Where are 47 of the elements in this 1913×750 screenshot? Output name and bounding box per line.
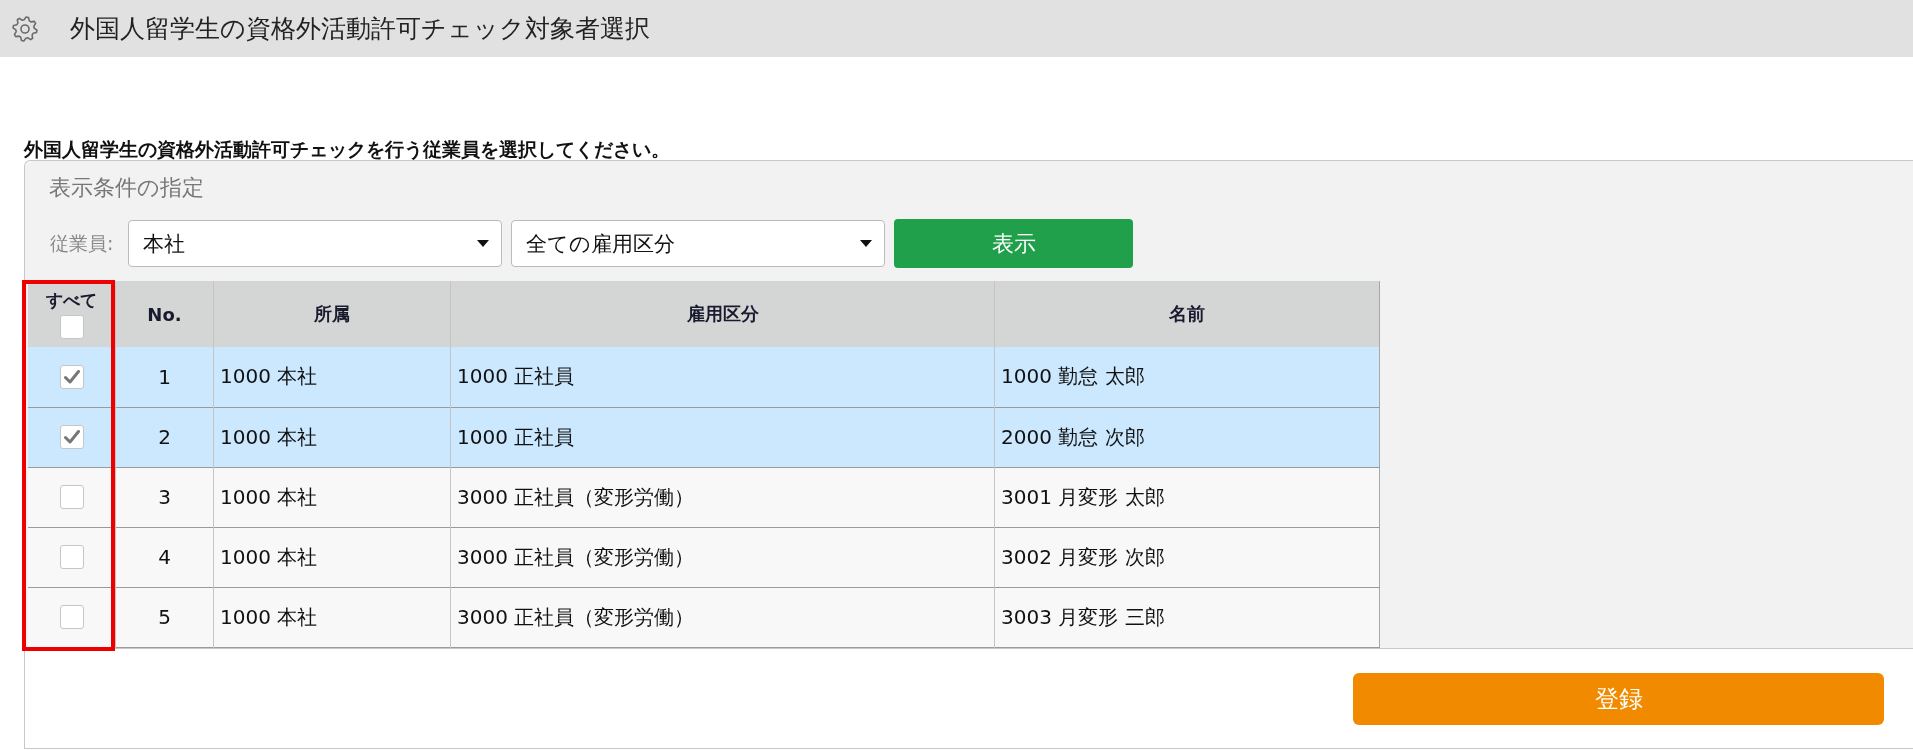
column-header: No. (115, 281, 214, 347)
check-icon (63, 369, 80, 384)
table-cell: 3000 正社員（変形労働） (450, 467, 995, 527)
table-cell: 2000 勤怠 次郎 (994, 407, 1380, 467)
instruction-text: 外国人留学生の資格外活動許可チェックを行う従業員を選択してください。 (24, 138, 670, 160)
select-all-checkbox[interactable] (59, 314, 84, 339)
table-cell: 1000 正社員 (450, 347, 995, 407)
table-cell: 1000 勤怠 太郎 (994, 347, 1380, 407)
filter-dropdown[interactable]: 本社 (128, 220, 502, 267)
table-cell: 3002 月変形 次郎 (994, 527, 1380, 587)
table-cell: 1000 本社 (213, 467, 451, 527)
table-cell: 3001 月変形 太郎 (994, 467, 1380, 527)
employee-label: 従業員: (50, 230, 115, 256)
row-checkbox[interactable] (59, 605, 84, 629)
settings-icon (12, 15, 38, 42)
table-cell: 4 (115, 527, 214, 587)
table-cell: 3000 正社員（変形労働） (450, 527, 995, 587)
select-all-label: すべて (46, 289, 97, 310)
table-cell: 1 (115, 347, 214, 407)
table-cell: 1000 本社 (213, 347, 451, 407)
page-title: 外国人留学生の資格外活動許可チェック対象者選択 (70, 13, 650, 45)
column-header: 所属 (213, 281, 451, 347)
table-row[interactable]: 4 1000 本社 3000 正社員（変形労働） 3002 月変形 次郎 (28, 527, 1380, 587)
table-cell: 3000 正社員（変形労働） (450, 587, 995, 647)
row-checkbox[interactable] (59, 485, 84, 509)
table-cell: 3 (115, 467, 214, 527)
row-checkbox[interactable] (59, 364, 84, 389)
table-cell: 1000 本社 (213, 587, 451, 647)
table-cell: 2 (115, 407, 214, 467)
table-cell: 1000 本社 (213, 527, 451, 587)
panel-title: 表示条件の指定 (49, 175, 204, 201)
table-cell: 5 (115, 587, 214, 647)
table-cell: 1000 正社員 (450, 407, 995, 467)
table-row[interactable]: 3 1000 本社 3000 正社員（変形労働） 3001 月変形 太郎 (28, 467, 1380, 527)
row-checkbox[interactable] (59, 425, 84, 449)
column-header: 名前 (994, 281, 1380, 347)
check-icon (63, 430, 80, 444)
caret-down-icon (860, 240, 872, 247)
caret-down-icon (477, 240, 489, 247)
row-checkbox[interactable] (59, 545, 84, 569)
table-cell: 1000 本社 (213, 407, 451, 467)
table-cell: 3003 月変形 三郎 (994, 587, 1380, 647)
table-row[interactable]: 1 1000 本社 1000 正社員 1000 勤怠 太郎 (28, 347, 1380, 407)
table-row[interactable]: 5 1000 本社 3000 正社員（変形労働） 3003 月変形 三郎 (28, 587, 1380, 647)
column-header: 雇用区分 (450, 281, 995, 347)
filter-dropdown[interactable]: 全ての雇用区分 (511, 220, 885, 267)
table-row[interactable]: 2 1000 本社 1000 正社員 2000 勤怠 次郎 (28, 407, 1380, 467)
